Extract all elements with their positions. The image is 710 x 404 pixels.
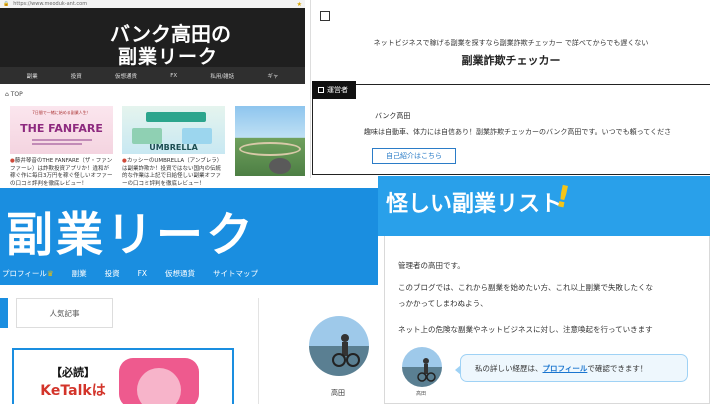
article-card[interactable]: UMBRELLA ●カッシーのUMBRELLA（アンブレラ）は副業詐欺か！投資で… xyxy=(122,106,225,188)
home-icon[interactable]: ⌂ xyxy=(5,91,9,98)
article-thumbnail[interactable] xyxy=(235,106,305,176)
site-banner: 怪しい副業リスト ! xyxy=(378,176,710,236)
bookmark-star-icon[interactable]: ★ xyxy=(297,1,302,8)
breadcrumb-top[interactable]: TOP xyxy=(11,91,23,98)
author-sidebar: 高田 xyxy=(258,298,380,404)
avatar-label: 高田 xyxy=(416,391,427,397)
crown-icon: ♛ xyxy=(46,268,54,278)
nav-item[interactable]: 副業 xyxy=(72,268,87,279)
nav-item[interactable]: ギャ xyxy=(267,72,278,80)
article-thumbnail[interactable]: UMBRELLA xyxy=(122,106,225,154)
exclamation-icon: ! xyxy=(552,178,574,217)
post-title-line1: 【必読】 xyxy=(51,366,95,379)
article-title[interactable]: ●藤井琴音のTHE FANFARE（ザ・ファンファーレ）は詐欺投資アプリか！違和… xyxy=(10,158,113,188)
article-title[interactable]: ●カッシーのUMBRELLA（アンブレラ）は副業詐欺か！投資ではない国内の伝統的… xyxy=(122,158,225,188)
intro-paragraph: 管理者の高田です。 xyxy=(398,261,465,270)
nav-item[interactable]: 私用/雑話 xyxy=(210,72,234,80)
site-tagline: ネットビジネスで稼げる副業を探すなら副業詐欺チェッカー で詳べてからでも遅くない xyxy=(373,39,649,47)
banner-title[interactable]: 怪しい副業リスト xyxy=(386,186,562,218)
banner-title[interactable]: 副業リーク xyxy=(6,196,256,265)
nav-item[interactable]: FX xyxy=(138,269,147,278)
admin-name: バンク高田 xyxy=(375,112,411,120)
author-avatar[interactable] xyxy=(402,347,442,387)
tab-bar: 人気記事 xyxy=(0,298,235,328)
intro-paragraph: っかかってしまわぬよう、 xyxy=(398,299,488,308)
lock-icon: 🔒 xyxy=(3,1,10,7)
site-title[interactable]: 副業詐欺チェッカー xyxy=(311,52,710,68)
self-intro-button[interactable]: 自己紹介はこちら xyxy=(372,148,456,164)
square-icon xyxy=(318,87,324,93)
tab-popular[interactable]: 人気記事 xyxy=(16,298,113,328)
thumb-caption: THE FANFARE xyxy=(20,122,103,135)
nav-item[interactable]: 投資 xyxy=(71,72,82,80)
intro-paragraph: このブログでは、これから副業を始めたい方、これ以上副業で失敗したくな xyxy=(398,283,653,292)
nav-item[interactable]: FX xyxy=(170,73,177,79)
article-thumbnail[interactable]: 7日間で一緒に始める副業人生！ THE FANFARE xyxy=(10,106,113,154)
breadcrumb: ⌂ TOP xyxy=(5,91,23,98)
global-nav: 副業 投資 仮想通貨 FX 私用/雑話 ギャ xyxy=(0,67,305,84)
global-nav: プロフィール♛ 副業 投資 FX 仮想通貨 サイトマップ xyxy=(0,261,380,285)
tab-new[interactable] xyxy=(0,298,8,328)
browser-address-bar[interactable]: 🔒 https://www.meoduk-ant.com ★ xyxy=(0,0,305,8)
author-name: 高田 xyxy=(331,389,345,397)
admin-description: 趣味は自動車、体力には自信あり！副業詐欺チェッカーのバンク高田です。いつでも頼っ… xyxy=(364,128,672,136)
site-screenshot-bank-takada: 🔒 https://www.meoduk-ant.com ★ バンク高田の 副業… xyxy=(0,0,305,190)
author-avatar[interactable] xyxy=(309,316,369,376)
nav-item[interactable]: 仮想通貨 xyxy=(115,72,137,80)
site-screenshot-sagi-checker: ネットビジネスで稼げる副業を探すなら副業詐欺チェッカー で詳べてからでも遅くない… xyxy=(310,0,710,178)
app-icon-image[interactable] xyxy=(119,358,199,404)
site-title-line2[interactable]: 副業リーク xyxy=(118,42,218,69)
featured-post[interactable]: 【必読】 KeTalkは xyxy=(12,348,234,404)
checkbox[interactable] xyxy=(320,11,330,21)
nav-item[interactable]: 投資 xyxy=(105,268,120,279)
site-screenshot-fukugyo-leak: 副業リーク プロフィール♛ 副業 投資 FX 仮想通貨 サイトマップ 人気記事 … xyxy=(0,188,380,404)
site-banner: 副業リーク xyxy=(0,188,380,272)
speech-bubble: 私の詳しい経歴は、 プロフィール で確認できます！ xyxy=(455,354,688,382)
post-title-line2: KeTalkは xyxy=(40,383,106,399)
admin-tab: 運営者 xyxy=(312,81,356,99)
article-card[interactable] xyxy=(235,106,305,176)
nav-item[interactable]: 副業 xyxy=(27,72,38,80)
url-text[interactable]: https://www.meoduk-ant.com xyxy=(13,1,87,7)
post-thumbnail[interactable]: 【必読】 KeTalkは xyxy=(29,358,117,404)
nav-item[interactable]: サイトマップ xyxy=(213,268,258,279)
intro-paragraph: ネット上の危険な副業やネットビジネスに対し、注意喚起を行っていきます xyxy=(398,325,653,334)
nav-item[interactable]: 仮想通貨 xyxy=(165,268,195,279)
thumb-caption: UMBRELLA xyxy=(149,143,198,152)
site-header: バンク高田の 副業リーク xyxy=(0,8,305,69)
profile-link[interactable]: プロフィール xyxy=(543,363,588,374)
site-screenshot-ayashii-list: 怪しい副業リスト ! 管理者の高田です。 このブログでは、これから副業を始めたい… xyxy=(378,176,710,404)
nav-item-profile[interactable]: プロフィール♛ xyxy=(2,268,54,279)
article-card[interactable]: 7日間で一緒に始める副業人生！ THE FANFARE ●藤井琴音のTHE FA… xyxy=(10,106,113,188)
